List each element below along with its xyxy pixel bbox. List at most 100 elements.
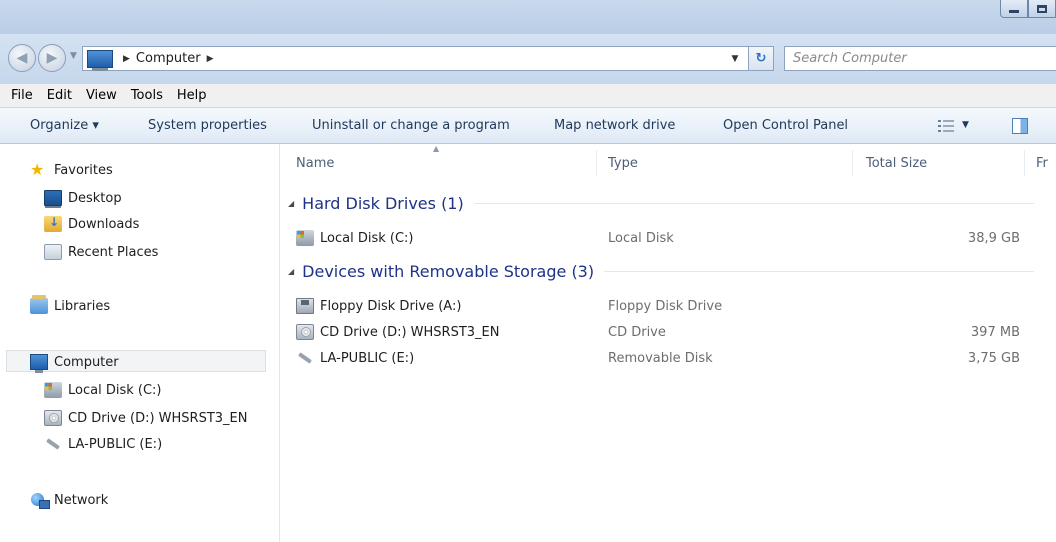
- recent-places-icon: [44, 244, 62, 260]
- menu-file[interactable]: File: [4, 88, 40, 103]
- drive-total-size: 3,75 GB: [967, 351, 1020, 366]
- drive-type: Removable Disk: [608, 351, 713, 366]
- menu-edit[interactable]: Edit: [40, 88, 79, 103]
- drive-type: Floppy Disk Drive: [608, 299, 723, 314]
- nav-desktop-label: Desktop: [68, 190, 122, 206]
- group-header-removable[interactable]: ◢ Devices with Removable Storage (3): [288, 262, 1035, 281]
- drive-type: Local Disk: [608, 231, 674, 246]
- back-arrow-icon: ◀: [16, 50, 28, 66]
- sort-ascending-icon: ▲: [433, 144, 440, 153]
- refresh-button[interactable]: ↻: [748, 46, 774, 71]
- star-icon: ★: [30, 160, 45, 179]
- cd-drive-icon: [296, 324, 314, 340]
- system-properties-button[interactable]: System properties: [148, 118, 267, 133]
- nav-network-label: Network: [54, 492, 109, 508]
- column-header-total-size[interactable]: Total Size: [866, 156, 927, 171]
- network-icon: [30, 492, 50, 509]
- local-disk-icon: [296, 230, 314, 246]
- drive-type: CD Drive: [608, 325, 666, 340]
- nav-recent-places[interactable]: Recent Places: [44, 244, 158, 260]
- menu-help[interactable]: Help: [170, 88, 214, 103]
- nav-computer[interactable]: Computer: [30, 354, 119, 373]
- nav-libraries[interactable]: Libraries: [30, 295, 110, 314]
- nav-usb-label: LA-PUBLIC (E:): [68, 436, 163, 452]
- drive-row-cd[interactable]: CD Drive (D:) WHSRST3_EN CD Drive 397 MB: [280, 322, 1056, 344]
- address-row: ◀ ▶ ▼ ▶ Computer ▶ ▼ ↻ Search Computer: [0, 34, 1056, 84]
- maximize-icon: [1037, 4, 1047, 13]
- nav-usb-drive[interactable]: LA-PUBLIC (E:): [44, 436, 162, 452]
- maximize-button[interactable]: [1028, 0, 1056, 18]
- breadcrumb-computer[interactable]: Computer: [136, 51, 201, 66]
- group-header-hard-disks[interactable]: ◢ Hard Disk Drives (1): [288, 194, 1034, 213]
- drive-name: LA-PUBLIC (E:): [296, 350, 414, 366]
- nav-cd-drive[interactable]: CD Drive (D:) WHSRST3_EN: [44, 410, 248, 426]
- search-input[interactable]: Search Computer: [784, 46, 1056, 71]
- title-bar: [0, 0, 1056, 34]
- nav-favorites-label: Favorites: [54, 162, 113, 178]
- menu-view[interactable]: View: [79, 88, 124, 103]
- drive-row-floppy[interactable]: Floppy Disk Drive (A:) Floppy Disk Drive: [280, 296, 1056, 318]
- navigation-pane: ★ Favorites Desktop Downloads Recent Pla…: [0, 144, 280, 542]
- drive-row-usb[interactable]: LA-PUBLIC (E:) Removable Disk 3,75 GB: [280, 348, 1056, 370]
- computer-icon: [87, 49, 113, 71]
- forward-button[interactable]: ▶: [38, 44, 66, 72]
- usb-drive-icon: [44, 436, 62, 452]
- address-bar[interactable]: ▶ Computer ▶: [82, 46, 772, 71]
- nav-computer-label: Computer: [54, 354, 119, 370]
- map-network-drive-button[interactable]: Map network drive: [554, 118, 675, 133]
- computer-icon: [30, 354, 48, 373]
- nav-network[interactable]: Network: [30, 492, 109, 509]
- address-dropdown-icon[interactable]: ▼: [724, 46, 746, 71]
- column-header-type[interactable]: Type: [608, 156, 638, 171]
- drive-name: CD Drive (D:) WHSRST3_EN: [296, 324, 500, 340]
- drive-row-local-disk[interactable]: Local Disk (C:) Local Disk 38,9 GB: [280, 228, 1056, 250]
- drive-name-label: Local Disk (C:): [320, 230, 414, 246]
- collapse-triangle-icon[interactable]: ◢: [288, 267, 294, 276]
- recent-pages-dropdown[interactable]: ▼: [70, 51, 77, 61]
- drive-name: Floppy Disk Drive (A:): [296, 298, 461, 314]
- column-header-free-space[interactable]: Fr: [1036, 156, 1048, 171]
- drive-total-size: 397 MB: [970, 325, 1020, 340]
- uninstall-program-button[interactable]: Uninstall or change a program: [312, 118, 510, 133]
- cd-drive-icon: [44, 410, 62, 426]
- column-divider[interactable]: [852, 150, 853, 176]
- nav-favorites[interactable]: ★ Favorites: [30, 162, 113, 178]
- nav-cd-drive-label: CD Drive (D:) WHSRST3_EN: [68, 410, 248, 426]
- floppy-drive-icon: [296, 298, 314, 314]
- minimize-icon: [1009, 10, 1019, 13]
- column-header-name[interactable]: Name: [296, 156, 334, 171]
- drive-total-size: 38,9 GB: [967, 231, 1020, 246]
- window-controls: [1000, 0, 1056, 18]
- menu-tools[interactable]: Tools: [124, 88, 170, 103]
- views-dropdown-icon[interactable]: ▼: [962, 120, 969, 130]
- preview-pane-icon[interactable]: [1012, 118, 1028, 134]
- minimize-button[interactable]: [1000, 0, 1028, 18]
- back-button[interactable]: ◀: [8, 44, 36, 72]
- drive-name-label: CD Drive (D:) WHSRST3_EN: [320, 324, 500, 340]
- organize-button[interactable]: Organize ▾: [30, 118, 99, 133]
- breadcrumb-separator-icon[interactable]: ▶: [207, 54, 214, 64]
- nav-downloads-label: Downloads: [68, 216, 140, 232]
- collapse-triangle-icon[interactable]: ◢: [288, 199, 294, 208]
- nav-desktop[interactable]: Desktop: [44, 190, 122, 208]
- usb-drive-icon: [296, 350, 314, 366]
- nav-recent-label: Recent Places: [68, 244, 159, 260]
- refresh-icon: ↻: [755, 51, 767, 66]
- forward-arrow-icon: ▶: [46, 50, 58, 66]
- column-divider[interactable]: [1024, 150, 1025, 176]
- group-title: Devices with Removable Storage (3): [302, 262, 595, 281]
- menu-bar: File Edit View Tools Help: [0, 84, 1056, 108]
- nav-downloads[interactable]: Downloads: [44, 215, 140, 232]
- drive-name-label: Floppy Disk Drive (A:): [320, 298, 462, 314]
- open-control-panel-button[interactable]: Open Control Panel: [723, 118, 848, 133]
- views-icon[interactable]: [938, 120, 954, 132]
- column-divider[interactable]: [596, 150, 597, 176]
- content-pane: ▲ Name Type Total Size Fr ◢ Hard Disk Dr…: [280, 144, 1056, 542]
- command-bar: Organize ▾ System properties Uninstall o…: [0, 108, 1056, 144]
- drive-name-label: LA-PUBLIC (E:): [320, 350, 415, 366]
- breadcrumb-separator-icon[interactable]: ▶: [123, 54, 130, 64]
- drive-name: Local Disk (C:): [296, 230, 413, 246]
- nav-local-disk-label: Local Disk (C:): [68, 382, 162, 398]
- nav-local-disk[interactable]: Local Disk (C:): [44, 382, 161, 398]
- libraries-icon: [30, 295, 48, 314]
